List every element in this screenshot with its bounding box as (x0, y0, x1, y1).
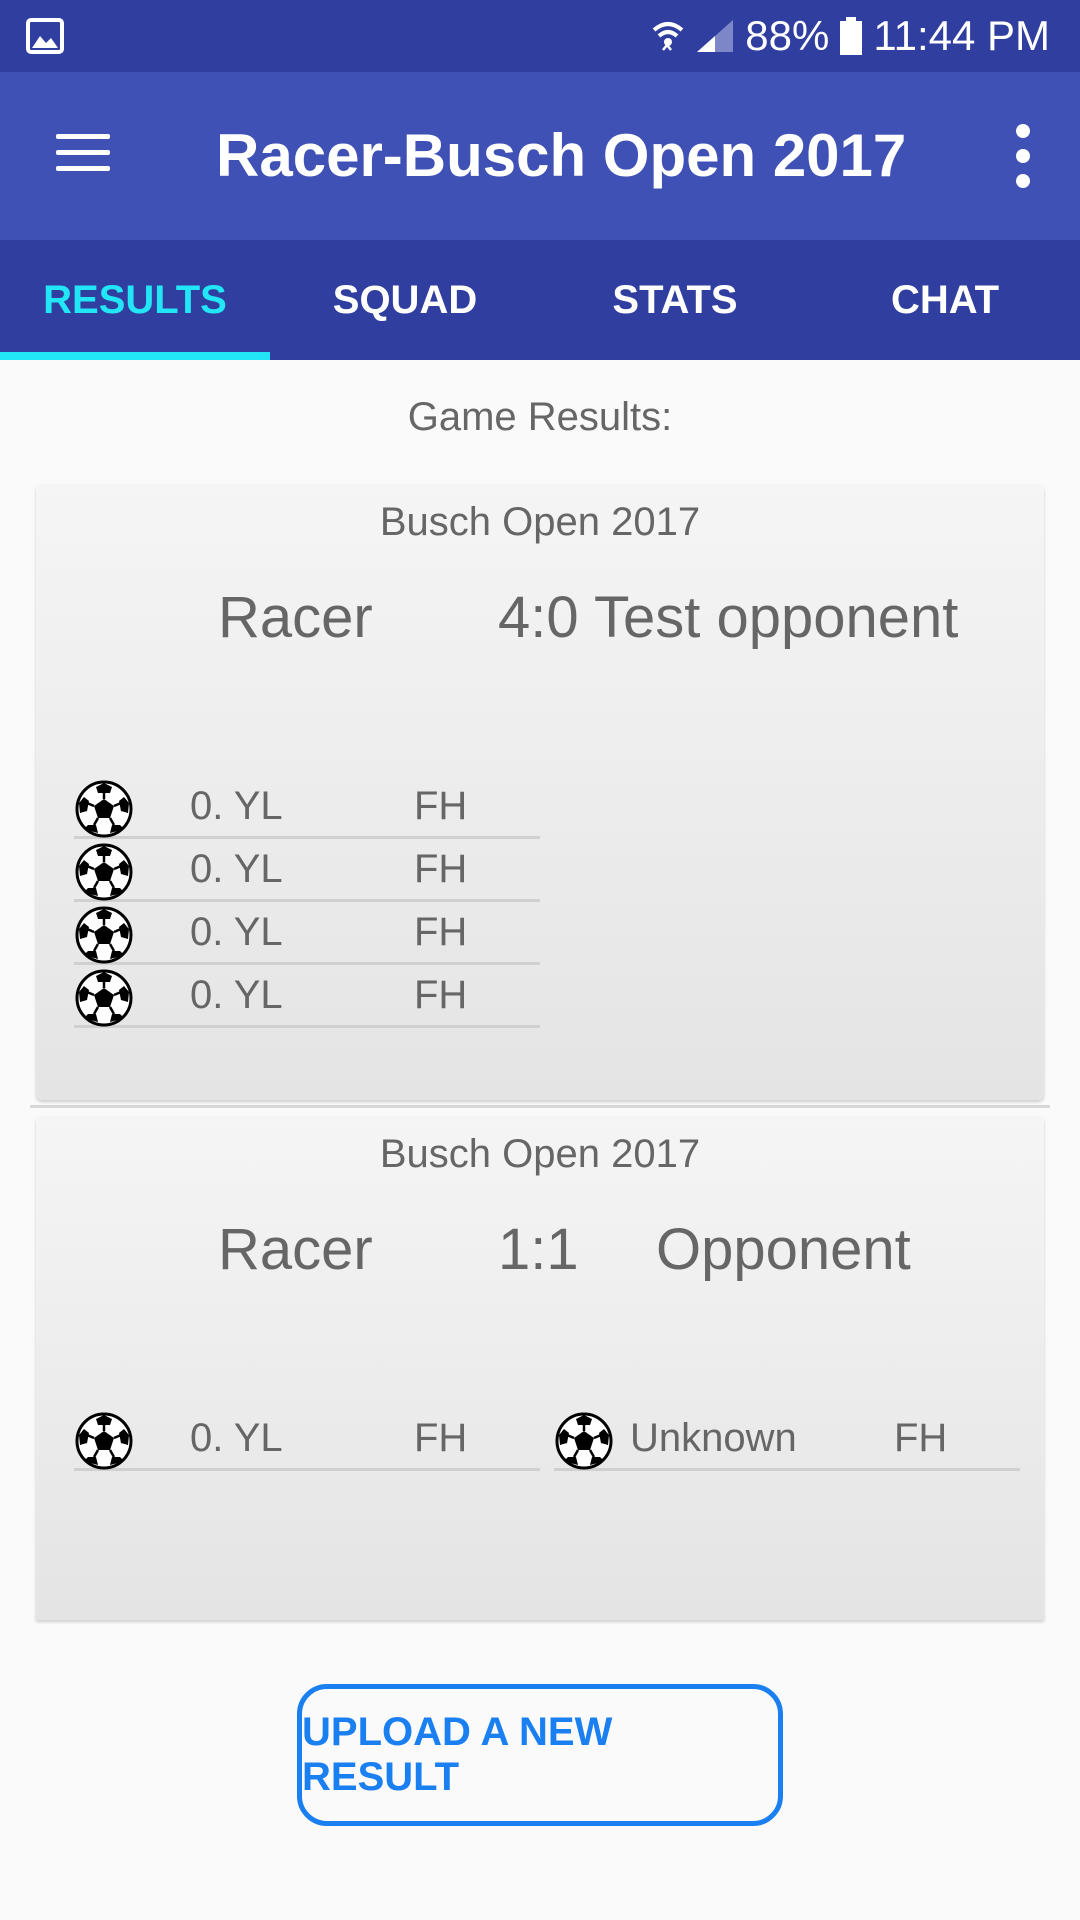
soccer-ball-icon (74, 779, 134, 839)
soccer-ball-icon (554, 1411, 614, 1471)
goal-event-row: 0. YL FH (74, 839, 540, 902)
soccer-ball-icon (74, 905, 134, 965)
soccer-ball-icon (74, 842, 134, 902)
tab-results[interactable]: RESULTS (0, 240, 270, 360)
league-name: Busch Open 2017 (379, 1132, 701, 1176)
image-icon (26, 18, 64, 54)
goal-event-row: 0. YL FH (74, 1408, 540, 1471)
goal-scorer: 0. YL (190, 784, 283, 828)
more-vert-icon[interactable] (1004, 120, 1044, 192)
goal-half: FH (414, 1416, 468, 1460)
goal-event-row: 0. YL FH (74, 902, 540, 965)
goal-half: FH (414, 910, 468, 954)
away-team: Opponent (656, 1217, 911, 1282)
clock: 11:44 PM (873, 12, 1050, 59)
game-result-card[interactable]: Busch Open 2017 Racer 4:0 Test opponent … (36, 484, 1044, 1100)
app-bar: Racer-Busch Open 2017 (0, 72, 1080, 240)
goal-half: FH (414, 784, 468, 828)
battery-icon (840, 17, 863, 55)
score: 1:1 (498, 1217, 579, 1282)
away-team: Test opponent (594, 585, 959, 650)
goal-scorer: 0. YL (190, 910, 283, 954)
score: 4:0 (498, 585, 579, 650)
goal-event-row: 0. YL FH (74, 965, 540, 1028)
battery-percent: 88% (745, 12, 830, 59)
goal-scorer: 0. YL (190, 1416, 283, 1460)
upload-result-button[interactable]: UPLOAD A NEW RESULT (297, 1684, 783, 1826)
goal-event-row: Unknown FH (554, 1408, 1020, 1471)
goal-half: FH (414, 847, 468, 891)
goal-scorer: 0. YL (190, 847, 283, 891)
home-team: Racer (218, 1217, 373, 1282)
status-bar: 88% 11:44 PM (0, 0, 1080, 72)
menu-icon[interactable] (48, 122, 120, 182)
divider (30, 1105, 1050, 1108)
home-team: Racer (218, 585, 373, 650)
league-name: Busch Open 2017 (379, 500, 701, 544)
goal-scorer: 0. YL (190, 973, 283, 1017)
tab-bar: RESULTS SQUAD STATS CHAT (0, 240, 1080, 360)
soccer-ball-icon (74, 1411, 134, 1471)
goal-scorer: Unknown (630, 1416, 797, 1460)
goal-half: FH (414, 973, 468, 1017)
page-title: Racer-Busch Open 2017 (216, 122, 907, 189)
section-title: Game Results: (407, 395, 673, 439)
signal-icon (697, 20, 734, 52)
tab-stats[interactable]: STATS (540, 240, 810, 360)
goal-event-row: 0. YL FH (74, 776, 540, 839)
tab-chat[interactable]: CHAT (810, 240, 1080, 360)
goal-half: FH (894, 1416, 948, 1460)
soccer-ball-icon (74, 968, 134, 1028)
wifi-icon (652, 22, 684, 51)
tab-squad[interactable]: SQUAD (270, 240, 540, 360)
game-result-card[interactable]: Busch Open 2017 Racer 1:1 Opponent 0. YL… (36, 1116, 1044, 1620)
